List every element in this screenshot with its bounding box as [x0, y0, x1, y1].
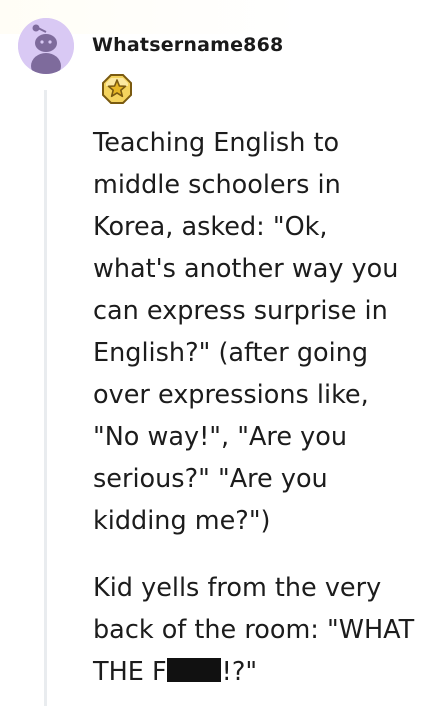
redaction-bar [166, 658, 221, 682]
gold-award-star-icon [102, 74, 132, 104]
comment-body: Teaching English to middle schoolers in … [93, 122, 425, 693]
comment-paragraph: Kid yells from the very back of the room… [93, 567, 425, 693]
user-avatar[interactable] [18, 18, 74, 74]
comment-paragraph-text: !?" [221, 657, 258, 687]
award-badge[interactable] [100, 72, 134, 106]
comment-author[interactable]: Whatsername868 [92, 34, 283, 56]
thread-line[interactable] [44, 90, 47, 706]
snoo-avatar-icon [18, 18, 74, 74]
comment-paragraph: Teaching English to middle schoolers in … [93, 128, 399, 536]
